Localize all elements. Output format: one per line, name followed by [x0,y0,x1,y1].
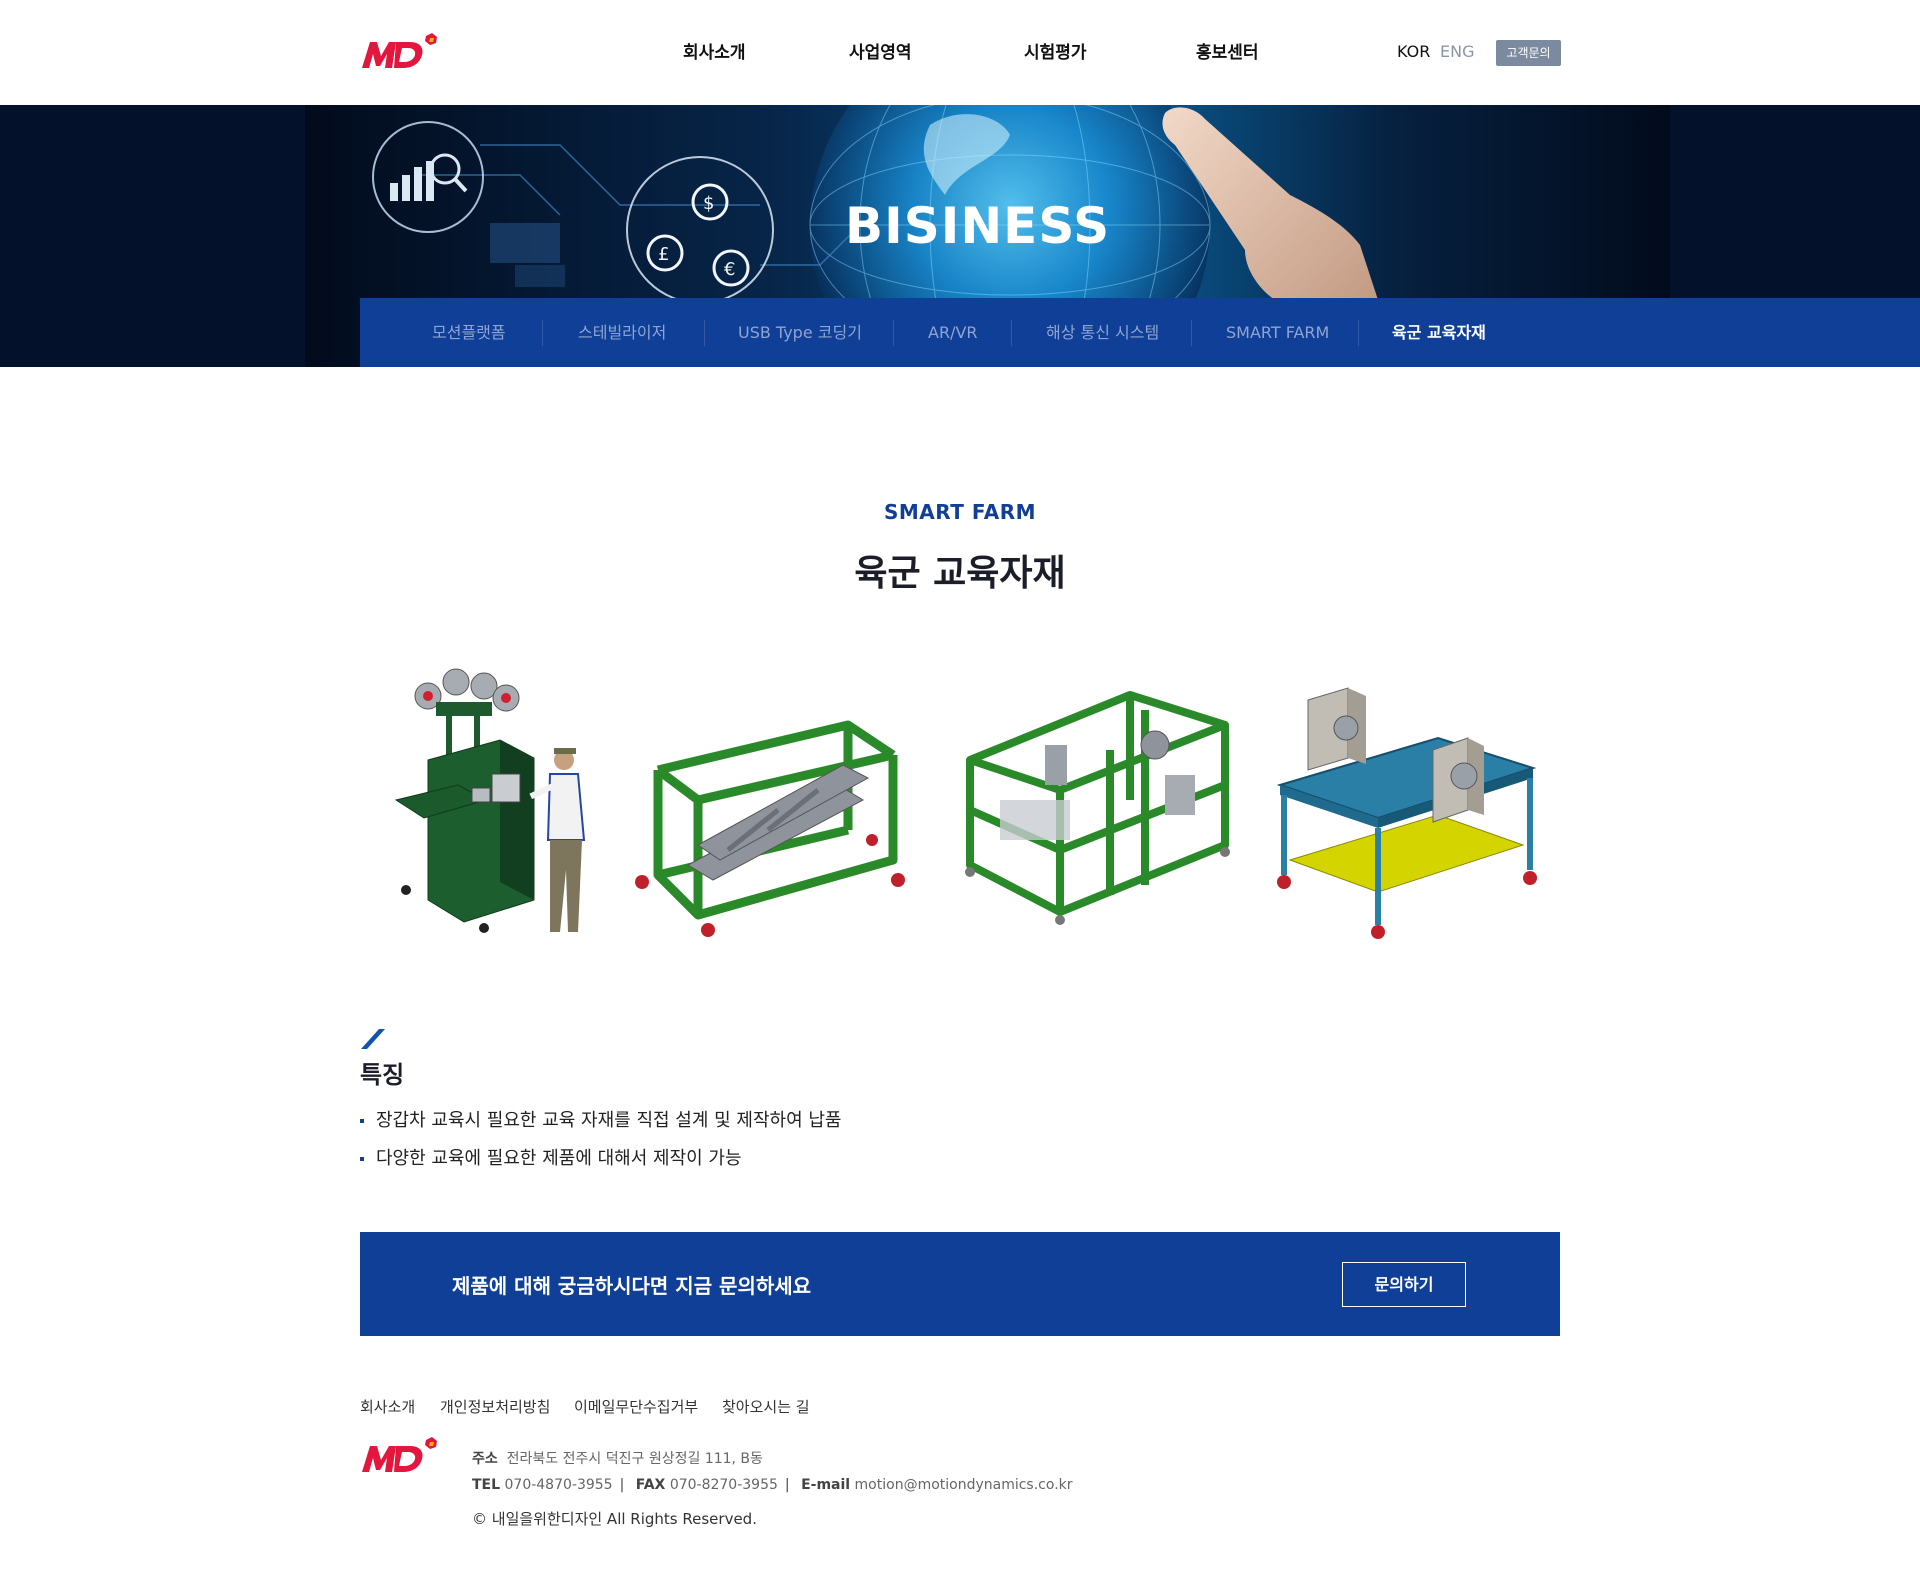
address-value: 전라북도 전주시 덕진구 원상정길 111, B동 [506,1451,763,1467]
address-label: 주소 [472,1451,498,1467]
business-subnav: 모션플랫폼 스테빌라이저 USB Type 코딩기 AR/VR 해상 통신 시스… [360,298,1920,367]
footer-company-info: 주소 전라북도 전주시 덕진구 원상정길 111, B동 TEL 070-487… [472,1451,1073,1493]
gnb-business[interactable]: 사업영역 [849,38,912,63]
svg-text:£: £ [658,244,669,265]
gnb-company[interactable]: 회사소개 [683,38,746,63]
subnav-separator [1358,320,1359,346]
subnav-smart-farm[interactable]: SMART FARM [1226,298,1329,367]
footer-link-email-refusal[interactable]: 이메일무단수집거부 [574,1396,698,1417]
svg-text:$: $ [703,193,714,214]
product-image-enclosed-frame [965,691,1230,925]
footer-link-directions[interactable]: 찾아오시는 길 [722,1396,810,1417]
site-header: 회사소개 사업영역 시험평가 홍보센터 KOR ENG 고객문의 [0,0,1920,105]
subnav-separator [704,320,705,346]
subnav-stabilizer[interactable]: 스테빌라이저 [578,298,666,367]
lang-kor-link[interactable]: KOR [1397,42,1430,61]
gnb-pr-center[interactable]: 홍보센터 [1196,38,1259,63]
footer-link-privacy[interactable]: 개인정보처리방침 [440,1396,550,1417]
feature-item: 장갑차 교육시 필요한 교육 자재를 직접 설계 및 제작하여 납품 [360,1108,842,1146]
svg-text:€: € [724,259,735,280]
footer-md-logo[interactable] [360,1436,440,1476]
inquiry-button[interactable]: 문의하기 [1342,1262,1466,1307]
inquiry-banner-text: 제품에 대해 궁금하시다면 지금 문의하세요 [452,1274,812,1298]
tel-label: TEL [472,1477,501,1493]
subnav-army-training[interactable]: 육군 교육자재 [1392,298,1486,367]
feature-item: 다양한 교육에 필요한 제품에 대해서 제작이 가능 [360,1146,842,1184]
fax-value: 070-8270-3955 [669,1477,778,1493]
feature-heading: 특징 [360,1061,405,1089]
lang-eng-link[interactable]: ENG [1440,42,1474,61]
hero-title: BISINESS [845,197,1111,255]
tel-value: 070-4870-3955 [504,1477,613,1493]
email-value: motion@motiondynamics.co.kr [854,1477,1073,1493]
product-image-control-cabinet [394,668,586,933]
subnav-maritime-comm[interactable]: 해상 통신 시스템 [1046,298,1159,367]
product-image-inclined-frame [635,720,905,937]
subnav-usb-coder[interactable]: USB Type 코딩기 [738,298,862,367]
subnav-motion-platform[interactable]: 모션플랫폼 [432,298,506,367]
product-gallery [380,650,1560,970]
page-title: 육군 교육자재 [854,553,1066,594]
feature-list: 장갑차 교육시 필요한 교육 자재를 직접 설계 및 제작하여 납품 다양한 교… [360,1108,842,1184]
subnav-separator [1011,320,1012,346]
email-label: E-mail [801,1477,851,1493]
fax-label: FAX [635,1477,666,1493]
subnav-separator [893,320,894,346]
subnav-separator [1191,320,1192,346]
product-image-blue-workbench [1276,687,1537,939]
copyright: © 내일을위한디자인 All Rights Reserved. [472,1510,757,1528]
feature-accent-mark-icon [361,1029,385,1049]
subnav-ar-vr[interactable]: AR/VR [928,298,978,367]
subnav-separator [542,320,543,346]
customer-inquiry-button[interactable]: 고객문의 [1496,40,1561,66]
footer-link-company[interactable]: 회사소개 [360,1396,415,1417]
section-eyebrow: SMART FARM [883,500,1037,524]
gnb-testing[interactable]: 시험평가 [1024,38,1087,63]
md-logo[interactable] [360,32,440,72]
inquiry-banner: 제품에 대해 궁금하시다면 지금 문의하세요 문의하기 [360,1232,1560,1336]
